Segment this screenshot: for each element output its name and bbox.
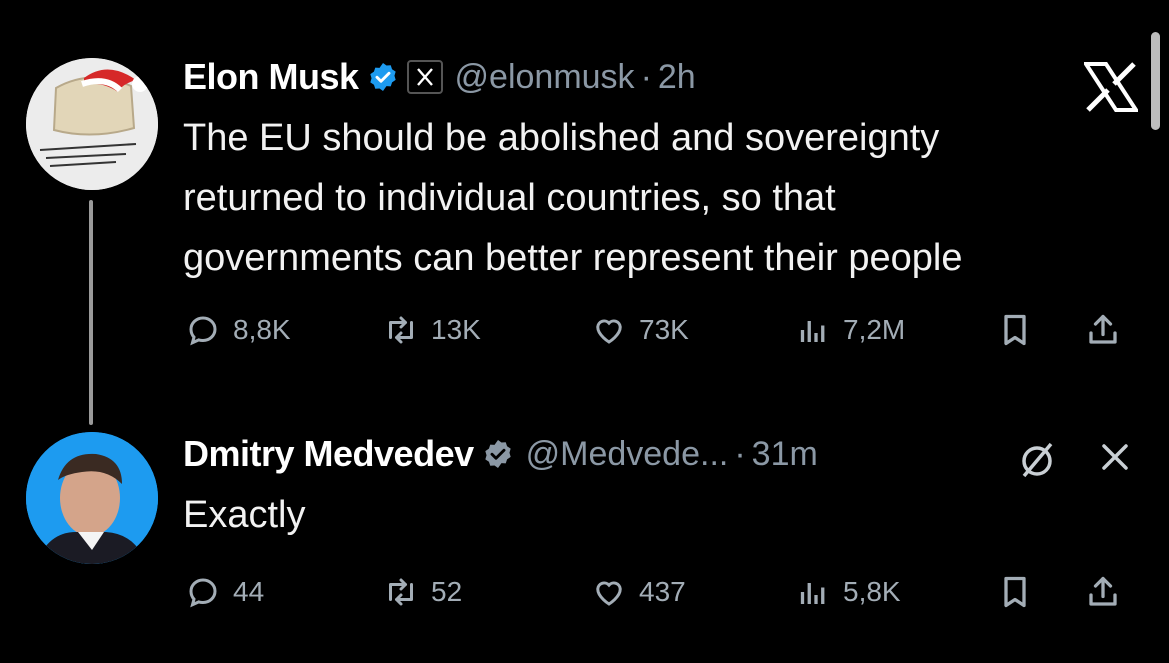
avatar-image xyxy=(26,432,158,564)
reply-button[interactable]: 44 xyxy=(185,568,264,616)
retweet-button[interactable]: 13K xyxy=(383,306,481,354)
retweet-count: 13K xyxy=(431,314,481,345)
handle[interactable]: @Medvede... xyxy=(526,435,729,474)
tweet-header: Dmitry Medvedev @Medvede... · 31m xyxy=(183,432,818,476)
verified-badge-icon xyxy=(484,440,511,468)
verified-badge-icon xyxy=(369,63,396,91)
x-affiliate-badge-icon xyxy=(406,60,443,94)
share-button[interactable] xyxy=(1085,568,1133,616)
like-button[interactable]: 437 xyxy=(591,568,686,616)
display-name[interactable]: Elon Musk xyxy=(183,56,359,98)
tweet-text: Exactly xyxy=(183,485,1143,545)
views-count: 7,2M xyxy=(843,314,906,345)
views-chart-icon xyxy=(800,321,825,342)
heart-icon xyxy=(596,319,622,344)
tweet-text-line: The EU should be abolished and sovereign… xyxy=(183,117,940,159)
reply-count: 44 xyxy=(233,576,265,607)
avatar-image xyxy=(26,58,158,190)
reply-icon xyxy=(189,316,217,346)
avatar[interactable] xyxy=(26,432,158,564)
tweet-text-line: returned to individual countries, so tha… xyxy=(183,177,836,219)
retweet-count: 52 xyxy=(431,576,463,607)
views-chart-icon xyxy=(800,583,825,604)
like-count: 437 xyxy=(639,576,686,607)
tweet-dmitry-medvedev[interactable]: Dmitry Medvedev @Medvede... · 31m Exactl… xyxy=(0,420,1169,663)
views-count: 5,8K xyxy=(843,576,901,607)
reply-icon xyxy=(189,578,217,608)
avatar[interactable] xyxy=(26,58,158,190)
grok-icon[interactable] xyxy=(1018,440,1058,480)
tweet-header: Elon Musk @elonmusk · 2h xyxy=(183,55,696,99)
timestamp[interactable]: 2h xyxy=(658,58,696,97)
x-logo-icon xyxy=(1084,62,1138,112)
share-icon xyxy=(1089,314,1117,344)
reply-button[interactable]: 8,8K xyxy=(185,306,291,354)
action-bar: 44 52 437 5,8K xyxy=(183,568,1143,616)
bookmark-icon xyxy=(1004,314,1026,346)
handle[interactable]: @elonmusk xyxy=(455,58,635,97)
views-button[interactable]: 7,2M xyxy=(795,306,905,354)
separator: · xyxy=(640,57,652,96)
tweet-text: The EU should be abolished and sovereign… xyxy=(183,108,1143,288)
thread-line xyxy=(89,200,93,425)
retweet-icon xyxy=(389,316,413,344)
reply-count: 8,8K xyxy=(233,314,291,345)
views-button[interactable]: 5,8K xyxy=(795,568,901,616)
tweet-elon-musk[interactable]: Elon Musk @elonmusk · 2h The EU should b… xyxy=(0,0,1169,425)
retweet-icon xyxy=(389,578,413,606)
bookmark-icon xyxy=(1004,576,1026,608)
separator: · xyxy=(734,434,746,473)
bookmark-button[interactable] xyxy=(997,306,1045,354)
retweet-button[interactable]: 52 xyxy=(383,568,462,616)
display-name[interactable]: Dmitry Medvedev xyxy=(183,433,474,475)
like-count: 73K xyxy=(639,314,689,345)
share-icon xyxy=(1089,576,1117,606)
timestamp[interactable]: 31m xyxy=(752,435,818,474)
share-button[interactable] xyxy=(1085,306,1133,354)
action-bar: 8,8K 13K 73K 7,2M xyxy=(183,306,1143,354)
heart-icon xyxy=(596,581,622,606)
like-button[interactable]: 73K xyxy=(591,306,689,354)
tweet-text-line: governments can better represent their p… xyxy=(183,237,963,279)
bookmark-button[interactable] xyxy=(997,568,1045,616)
tweet-text-line: Exactly xyxy=(183,494,306,536)
close-icon[interactable] xyxy=(1098,440,1132,474)
